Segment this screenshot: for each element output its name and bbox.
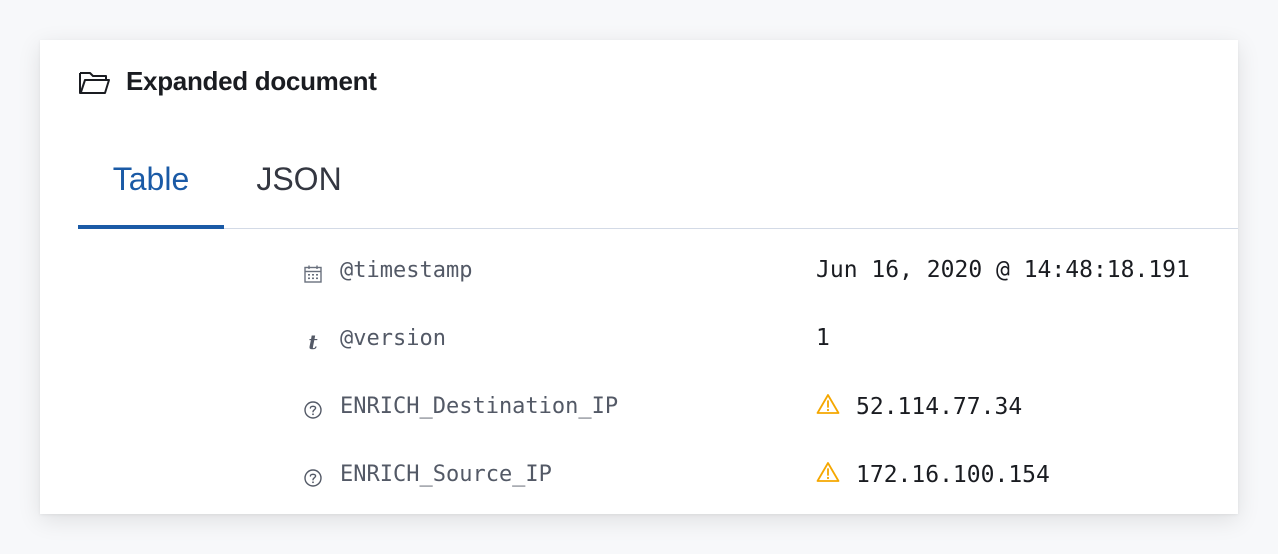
string-type-glyph: t xyxy=(308,330,318,354)
table-row: ENRICH_Source_IP 172.16.100.154 xyxy=(40,444,1238,512)
warning-icon xyxy=(816,461,840,489)
table-row: ENRICH_Destination_IP 52.114.77.34 xyxy=(40,376,1238,444)
field-name: @timestamp xyxy=(340,258,473,283)
field-name: ENRICH_Destination_IP xyxy=(340,394,619,419)
field-name: @version xyxy=(340,326,446,351)
string-type-icon: t xyxy=(302,330,324,354)
field-value: Jun 16, 2020 @ 14:48:18.191 xyxy=(816,257,1190,283)
field-value-text: 52.114.77.34 xyxy=(856,394,1023,420)
tab-json[interactable]: JSON xyxy=(256,144,342,228)
field-value: 172.16.100.154 xyxy=(816,461,1050,489)
field-name: ENRICH_Source_IP xyxy=(340,462,552,487)
field-value: 1 xyxy=(816,325,830,351)
table-row: t @version 1 xyxy=(40,308,1238,376)
question-circle-icon xyxy=(302,398,324,422)
field-value-text: Jun 16, 2020 @ 14:48:18.191 xyxy=(816,257,1190,283)
expanded-document-panel: Expanded document Table JSON @timestamp xyxy=(40,40,1238,514)
panel-title: Expanded document xyxy=(126,66,377,96)
folder-open-icon xyxy=(78,68,112,96)
field-value-text: 1 xyxy=(816,325,830,351)
table-row: @timestamp Jun 16, 2020 @ 14:48:18.191 xyxy=(40,240,1238,308)
field-value: 52.114.77.34 xyxy=(816,393,1022,421)
question-circle-icon xyxy=(302,466,324,490)
tab-bar: Table JSON xyxy=(78,144,1238,229)
warning-icon xyxy=(816,393,840,421)
field-value-text: 172.16.100.154 xyxy=(856,462,1050,488)
tab-table[interactable]: Table xyxy=(78,144,224,229)
panel-header: Expanded document xyxy=(78,66,377,97)
calendar-icon xyxy=(302,262,324,286)
